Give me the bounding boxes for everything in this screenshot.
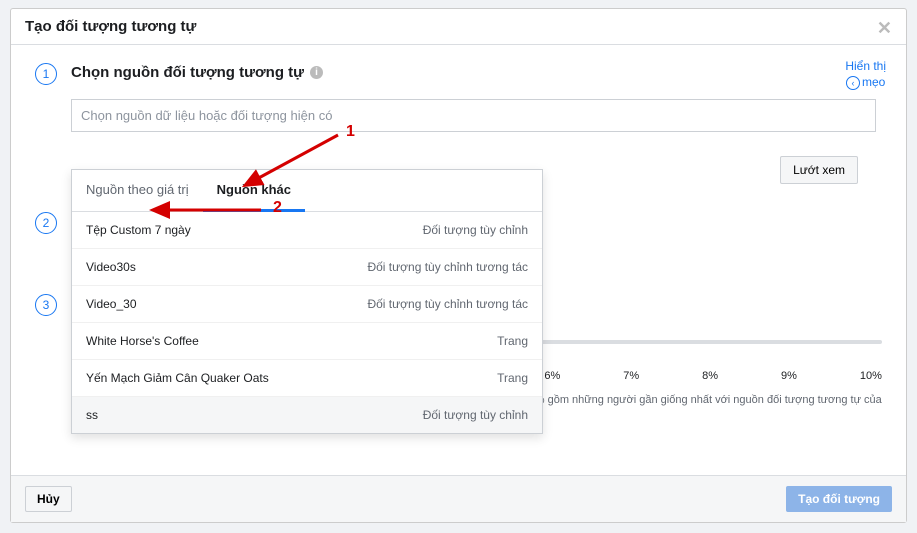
modal-body: Hiển thị ‹mẹo 1 Chọn nguồn đối tượng tươ… xyxy=(11,45,906,475)
source-dropdown: Nguồn theo giá trị Nguồn khác Tệp Custom… xyxy=(71,169,543,434)
source-input[interactable]: Chọn nguồn dữ liệu hoặc đối tượng hiện c… xyxy=(71,99,876,132)
step-1-title: Chọn nguồn đối tượng tương tự i xyxy=(71,64,323,81)
modal-title: Tạo đối tượng tương tự xyxy=(25,18,196,35)
annotation-arrow-2 xyxy=(156,200,266,223)
step-1-circle: 1 xyxy=(35,63,57,85)
modal: Tạo đối tượng tương tự ✕ Hiển thị ‹mẹo 1… xyxy=(10,8,907,523)
annotation-label-2: 2 xyxy=(273,199,282,217)
modal-header: Tạo đối tượng tương tự ✕ xyxy=(11,9,906,45)
list-item[interactable]: Video_30Đối tượng tùy chỉnh tương tác xyxy=(72,286,542,323)
tick: 7% xyxy=(623,370,639,382)
list-item[interactable]: Video30sĐối tượng tùy chỉnh tương tác xyxy=(72,249,542,286)
list-item[interactable]: ssĐối tượng tùy chỉnh xyxy=(72,397,542,433)
hint-link[interactable]: Hiển thị ‹mẹo xyxy=(845,59,886,90)
create-button[interactable]: Tạo đối tượng xyxy=(786,486,892,512)
info-icon[interactable]: i xyxy=(310,66,323,79)
annotation-label-1: 1 xyxy=(346,123,355,141)
hint-line1: Hiển thị xyxy=(845,59,886,75)
tick: 6% xyxy=(544,370,560,382)
close-icon[interactable]: ✕ xyxy=(877,18,892,39)
step-3-circle: 3 xyxy=(35,294,57,316)
list-item[interactable]: Yến Mạch Giảm Cân Quaker OatsTrang xyxy=(72,360,542,397)
chevron-left-icon: ‹ xyxy=(846,76,860,90)
browse-button[interactable]: Lướt xem xyxy=(780,156,858,184)
hint-line2: ‹mẹo xyxy=(845,75,886,91)
step-2-circle: 2 xyxy=(35,212,57,234)
list-item[interactable]: White Horse's CoffeeTrang xyxy=(72,323,542,360)
modal-footer: Hủy Tạo đối tượng xyxy=(11,475,906,522)
tick: 9% xyxy=(781,370,797,382)
cancel-button[interactable]: Hủy xyxy=(25,486,72,512)
tick: 10% xyxy=(860,370,882,382)
annotation-arrow-1 xyxy=(243,130,343,193)
tick: 8% xyxy=(702,370,718,382)
step-1-row: 1 Chọn nguồn đối tượng tương tự i xyxy=(35,63,882,85)
list-item[interactable]: Tệp Custom 7 ngàyĐối tượng tùy chỉnh xyxy=(72,212,542,249)
